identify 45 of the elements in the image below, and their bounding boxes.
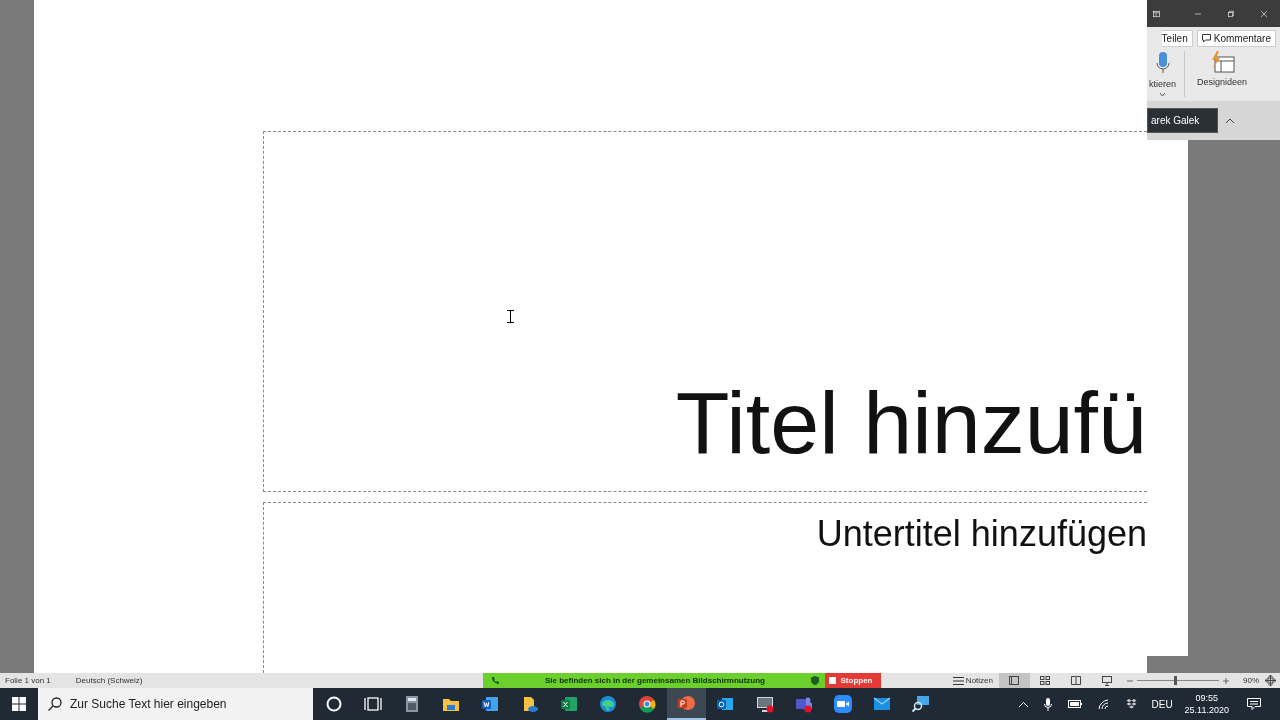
shield-icon — [811, 676, 820, 685]
speech-bubble-icon — [1201, 34, 1211, 43]
window-layout-icon[interactable] — [1153, 8, 1160, 19]
phone-icon — [490, 676, 499, 685]
subtitle-text: Untertitel hinzufügen — [816, 514, 1147, 554]
normal-view-button[interactable] — [999, 673, 1030, 688]
tooltip: arek Galek — [1147, 108, 1219, 133]
projector-icon — [1102, 675, 1113, 686]
book-icon — [1071, 676, 1082, 685]
notes-button[interactable]: Notizen — [946, 676, 999, 685]
clock[interactable]: 09:55 25.11.2020 — [1178, 693, 1235, 715]
dropbox-icon[interactable] — [1126, 699, 1138, 709]
sharing-notice: Sie befinden sich in der gemeinsamen Bildschirmnutzung — [544, 676, 765, 685]
input-language[interactable]: DEU — [1151, 698, 1173, 710]
stop-icon — [828, 677, 836, 684]
language-indicator[interactable]: Deutsch (Schweiz) — [50, 676, 143, 685]
microphone-icon — [1155, 51, 1170, 75]
stop-sharing-button[interactable]: Stoppen — [824, 673, 881, 688]
minimize-icon[interactable] — [1194, 12, 1201, 15]
text-cursor-icon — [507, 310, 514, 323]
microphone-icon[interactable] — [1044, 697, 1053, 711]
lightning-layout-icon — [1209, 51, 1236, 73]
restore-icon[interactable] — [1227, 8, 1234, 19]
comments-button[interactable]: Kommentare — [1196, 30, 1276, 47]
normal-view-icon — [1009, 676, 1020, 685]
powerpoint-icon[interactable] — [666, 688, 706, 720]
caret-icon — [1160, 93, 1165, 96]
wifi-icon[interactable] — [1098, 698, 1111, 710]
close-icon[interactable] — [1260, 8, 1267, 19]
windows-logo-icon — [12, 697, 26, 711]
zoom-percent[interactable]: 90% — [1233, 676, 1265, 685]
design-ideas-button[interactable]: Designideen — [1193, 51, 1252, 97]
battery-icon[interactable] — [1068, 700, 1083, 708]
share-button[interactable]: Teilen — [1161, 30, 1193, 47]
zoom-in-icon[interactable] — [1223, 677, 1229, 684]
show-hidden-icons-icon[interactable] — [1019, 701, 1029, 707]
fit-slide-icon[interactable] — [1265, 675, 1276, 686]
search-field[interactable]: Zur Suche Text hier eingeben — [38, 688, 313, 720]
lines-icon — [952, 676, 964, 685]
dictate-button[interactable]: ktieren — [1147, 51, 1178, 97]
title-text: Titel hinzufü — [675, 379, 1147, 467]
grid-icon — [1040, 676, 1051, 685]
slide-counter: Folie 1 von 1 — [4, 676, 51, 685]
collapse-ribbon-icon[interactable] — [1226, 118, 1235, 123]
notifications-icon[interactable] — [1247, 698, 1261, 710]
